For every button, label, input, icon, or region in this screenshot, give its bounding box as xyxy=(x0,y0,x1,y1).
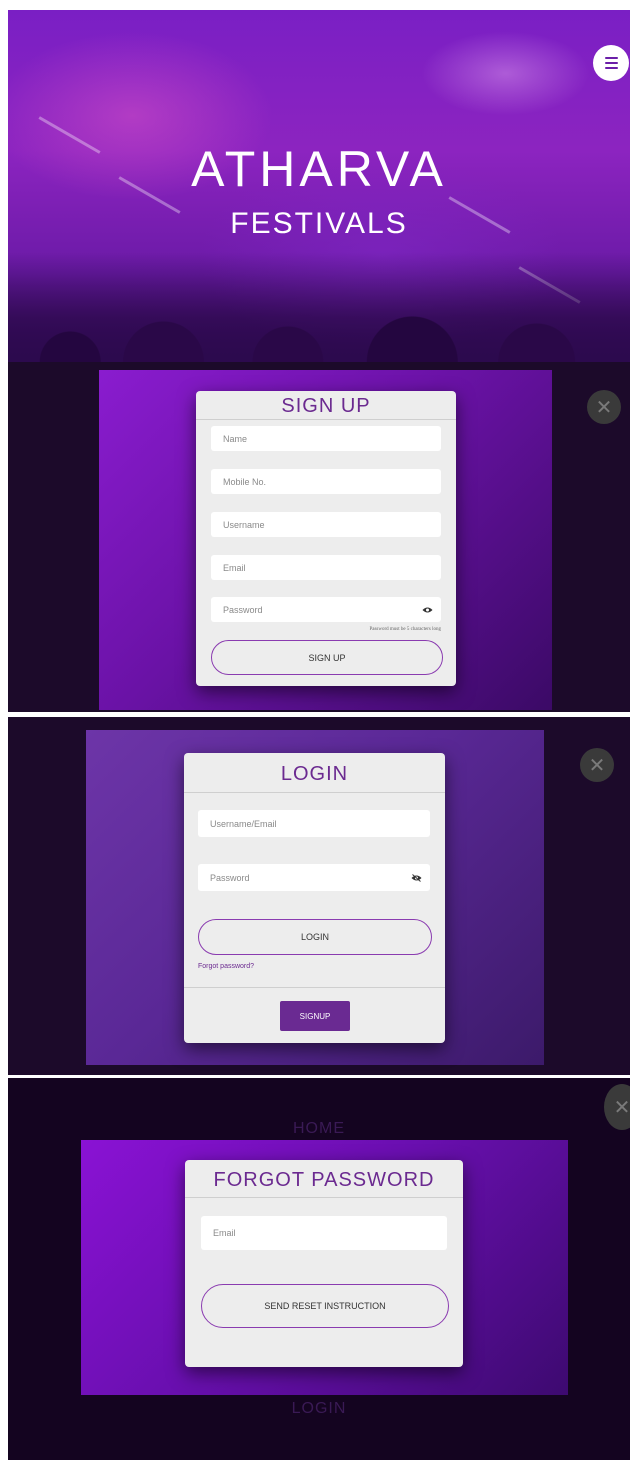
password-placeholder: Password xyxy=(210,872,250,883)
hero-banner: ATHARVA FESTIVALS xyxy=(8,10,630,362)
close-icon: ✕ xyxy=(613,1096,630,1119)
nav-login-label: LOGIN xyxy=(291,1400,347,1417)
signup-button[interactable]: SIGNUP xyxy=(280,1001,350,1031)
close-icon: ✕ xyxy=(588,754,606,777)
signup-modal: ✕ SIGN UP Name Mobile No. Username Email… xyxy=(8,362,630,712)
hero-title: ATHARVA xyxy=(191,141,447,197)
forgot-card: FORGOT PASSWORD Email SEND RESET INSTRUC… xyxy=(185,1160,463,1367)
login-password-field[interactable]: Password xyxy=(198,864,430,891)
nav-home-label: HOME xyxy=(293,1120,345,1137)
menu-button[interactable] xyxy=(593,45,629,81)
login-submit-button[interactable]: LOGIN xyxy=(198,919,432,955)
name-field[interactable]: Name xyxy=(211,426,441,451)
signup-submit-button[interactable]: SIGN UP xyxy=(211,640,443,675)
mobile-field[interactable]: Mobile No. xyxy=(211,469,441,494)
close-icon: ✕ xyxy=(595,396,613,419)
crowd-silhouette xyxy=(8,252,630,362)
hero-subtitle: FESTIVALS xyxy=(230,207,408,240)
send-reset-button[interactable]: SEND RESET INSTRUCTION xyxy=(201,1284,449,1328)
signup-card: SIGN UP Name Mobile No. Username Email P… xyxy=(196,391,456,686)
divider xyxy=(184,987,445,988)
signup-title: SIGN UP xyxy=(196,391,456,420)
forgot-title: FORGOT PASSWORD xyxy=(185,1160,463,1198)
login-modal: ✕ LOGIN Username/Email Password LOGIN Fo… xyxy=(8,717,630,1075)
password-field[interactable]: Password xyxy=(211,597,441,622)
username-email-field[interactable]: Username/Email xyxy=(198,810,430,837)
email-field[interactable]: Email xyxy=(211,555,441,580)
forgot-email-field[interactable]: Email xyxy=(201,1216,447,1250)
password-hint: Password must be 5 characters long xyxy=(369,627,441,632)
menu-icon xyxy=(604,57,618,59)
eye-icon[interactable] xyxy=(422,606,433,614)
forgot-password-modal: HOME LOGIN ✕ FORGOT PASSWORD Email SEND … xyxy=(8,1078,630,1460)
signup-close-button[interactable]: ✕ xyxy=(587,390,621,424)
password-placeholder: Password xyxy=(223,604,263,615)
login-title: LOGIN xyxy=(184,753,445,793)
login-close-button[interactable]: ✕ xyxy=(580,748,614,782)
forgot-password-link[interactable]: Forgot password? xyxy=(198,963,254,970)
eye-slash-icon[interactable] xyxy=(411,873,422,882)
username-field[interactable]: Username xyxy=(211,512,441,537)
login-card: LOGIN Username/Email Password LOGIN Forg… xyxy=(184,753,445,1043)
